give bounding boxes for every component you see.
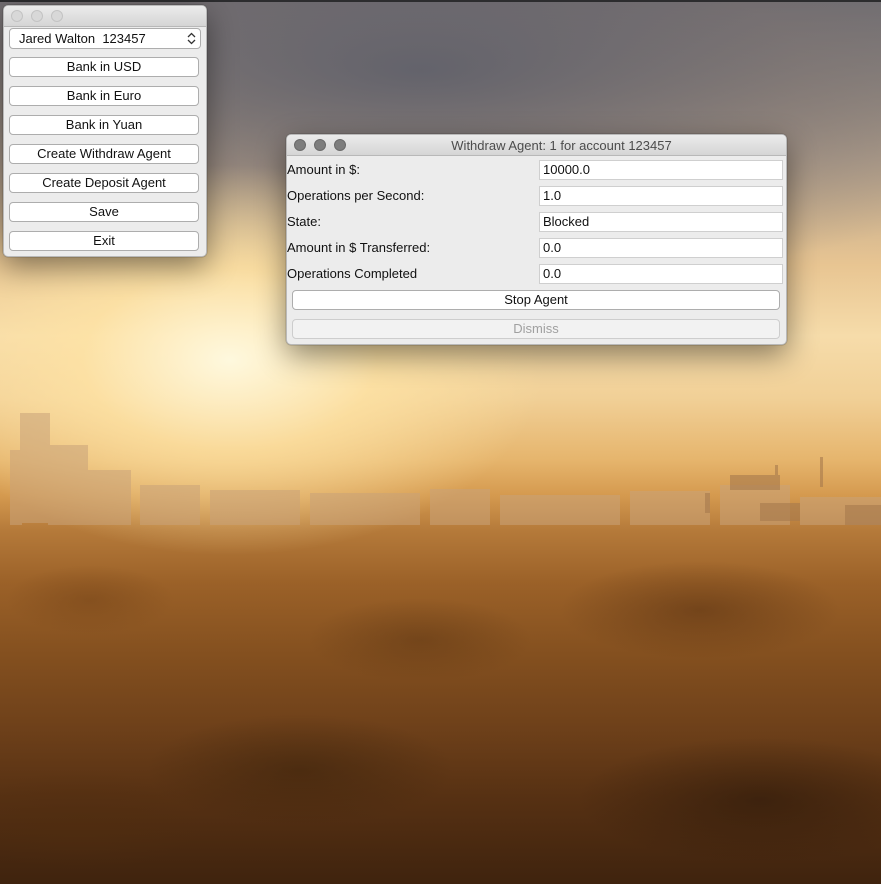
amount-field[interactable]: 10000.0 (539, 160, 783, 180)
state-label: State: (287, 214, 321, 229)
dismiss-button[interactable]: Dismiss (292, 319, 780, 339)
minimize-icon[interactable] (31, 10, 43, 22)
stop-agent-button[interactable]: Stop Agent (292, 290, 780, 310)
agent-window-titlebar[interactable]: Withdraw Agent: 1 for account 123457 (287, 135, 786, 156)
main-window-titlebar[interactable] (4, 6, 206, 27)
agent-window-title: Withdraw Agent: 1 for account 123457 (451, 138, 672, 153)
amount-transferred-field[interactable]: 0.0 (539, 238, 783, 258)
screen-top-edge (0, 0, 881, 2)
account-select[interactable]: Jared Walton 123457 (9, 28, 201, 49)
close-icon[interactable] (11, 10, 23, 22)
bank-in-euro-button[interactable]: Bank in Euro (9, 86, 199, 106)
state-field[interactable]: Blocked (539, 212, 783, 232)
exit-button[interactable]: Exit (9, 231, 199, 251)
minimize-icon[interactable] (314, 139, 326, 151)
zoom-icon[interactable] (51, 10, 63, 22)
bank-in-usd-button[interactable]: Bank in USD (9, 57, 199, 77)
ops-completed-label: Operations Completed (287, 266, 418, 281)
close-icon[interactable] (294, 139, 306, 151)
forest-canopy (0, 520, 881, 884)
save-button[interactable]: Save (9, 202, 199, 222)
create-withdraw-agent-button[interactable]: Create Withdraw Agent (9, 144, 199, 164)
account-select-value: Jared Walton 123457 (19, 31, 146, 46)
bank-main-window: Jared Walton 123457 Bank in USD Bank in … (3, 5, 207, 257)
amount-transferred-label: Amount in $ Transferred: (287, 240, 431, 255)
ops-per-second-label: Operations per Second: (287, 188, 425, 203)
ops-per-second-field[interactable]: 1.0 (539, 186, 783, 206)
bank-in-yuan-button[interactable]: Bank in Yuan (9, 115, 199, 135)
chevron-updown-icon (187, 32, 196, 45)
zoom-icon[interactable] (334, 139, 346, 151)
create-deposit-agent-button[interactable]: Create Deposit Agent (9, 173, 199, 193)
amount-label: Amount in $: (287, 162, 360, 177)
ops-completed-field[interactable]: 0.0 (539, 264, 783, 284)
withdraw-agent-window: Withdraw Agent: 1 for account 123457 Amo… (286, 134, 787, 345)
